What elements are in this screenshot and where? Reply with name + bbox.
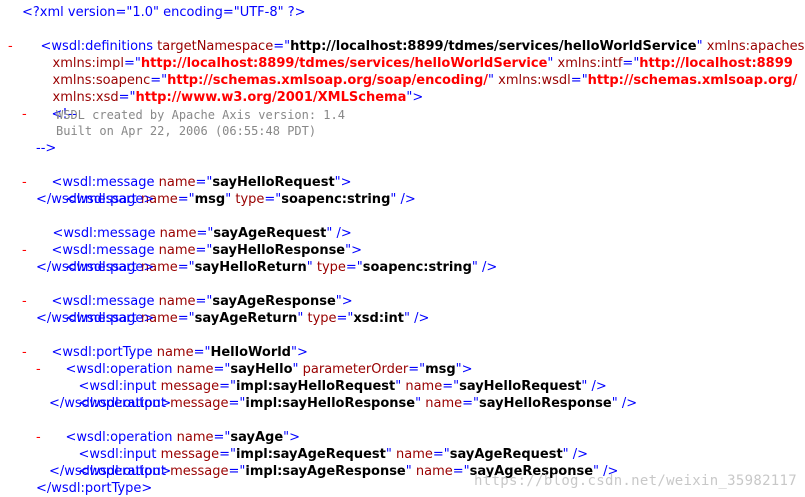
comment-close: --> (36, 141, 57, 156)
attr-quote: " (225, 192, 236, 207)
attr-quote: " (415, 396, 426, 411)
namespace-value: http://www.w3.org/2001/XMLSchema (135, 90, 407, 105)
attr-eq: =" (177, 311, 195, 326)
attr-value: sayAgeReturn (194, 311, 298, 326)
attr-eq: =" (177, 260, 195, 275)
attr-name: type (316, 260, 346, 275)
attr-name: type (307, 311, 337, 326)
message-sayAgeRequest: <wsdl:message name="sayAgeRequest" /> (36, 208, 352, 241)
xml-declaration: <?xml version="1.0" encoding="UTF-8" ?> (22, 5, 306, 20)
attr-quote: " (405, 464, 416, 479)
part-sayAgeReturn: <wsdl:part name="sayAgeReturn" type="xsd… (49, 293, 430, 326)
attr-value: msg (194, 192, 226, 207)
porttype-close: </wsdl:portType> (36, 481, 153, 496)
tag-close: " /> (611, 396, 638, 411)
attr-eq: =" (228, 464, 246, 479)
attr-eq: =" (177, 192, 195, 207)
namespace-line-xsd: xmlns:xsd="http://www.w3.org/2001/XMLSch… (36, 72, 424, 105)
attr-name: name (415, 464, 453, 479)
tag-close: " /> (471, 260, 498, 275)
collapse-toggle-message[interactable]: - (22, 174, 27, 191)
collapse-toggle-porttype[interactable]: - (22, 344, 27, 361)
attr-value: soapenc:string (362, 260, 472, 275)
namespace-line-impl: xmlns:impl="http://localhost:8899/tdmes/… (36, 38, 793, 71)
attr-value: xsd:int (353, 311, 404, 326)
output-sayHelloResponse: <wsdl:output message="impl:sayHelloRespo… (62, 378, 638, 411)
message-close: </wsdl:message> (36, 311, 155, 326)
collapse-toggle-definitions[interactable]: - (8, 38, 13, 55)
tag-close: " /> (403, 311, 430, 326)
message-sayAgeResponse-open: - <wsdl:message name="sayAgeResponse"> (22, 276, 353, 309)
operation-close: </wsdl:operation> (49, 396, 172, 411)
attr-eq: =" (264, 192, 282, 207)
collapse-toggle-message[interactable]: - (22, 293, 27, 310)
comment-open-line: - <!-- (22, 89, 77, 122)
attr-value: impl:sayHelloResponse (245, 396, 416, 411)
attr-quote: " (306, 260, 317, 275)
input-sayHelloRequest: <wsdl:input message="impl:sayHelloReques… (62, 361, 607, 394)
attr-value: sayHelloResponse (478, 396, 612, 411)
attr-value: soapenc:string (281, 192, 391, 207)
attr-value: impl:sayAgeResponse (245, 464, 406, 479)
definitions-open-line: - <wsdl:definitions targetNamespace="http… (8, 21, 805, 54)
operation-close: </wsdl:operation> (49, 464, 172, 479)
watermark-url: https://blog.csdn.net/weixin_35982117 (474, 473, 797, 489)
collapse-toggle-operation[interactable]: - (36, 361, 41, 378)
collapse-toggle-comment[interactable]: - (22, 106, 27, 123)
attr-name: name (425, 396, 463, 411)
attr-eq: =" (336, 311, 354, 326)
attr-name: message (170, 396, 229, 411)
collapse-toggle-message[interactable]: - (22, 242, 27, 259)
attr-quote: " (297, 311, 308, 326)
comment-text-line: WSDL created by Apache Axis version: 1.4 (56, 108, 345, 122)
attr-eq: =" (118, 90, 136, 105)
part-msg: <wsdl:part name="msg" type="soapenc:stri… (49, 174, 416, 207)
namespace-value: http://schemas.xmlsoap.org/ (587, 73, 798, 88)
portType-open: - <wsdl:portType name="HelloWorld"> (22, 327, 308, 360)
collapse-toggle-operation[interactable]: - (36, 429, 41, 446)
xml-document-viewer: <?xml version="1.0" encoding="UTF-8" ?> … (0, 0, 805, 497)
input-sayAgeRequest: <wsdl:input message="impl:sayAgeRequest"… (62, 429, 589, 462)
message-close: </wsdl:message> (36, 192, 155, 207)
comment-text-line: Built on Apr 22, 2006 (06:55:48 PDT) (56, 124, 317, 138)
attr-eq: =" (452, 464, 470, 479)
attr-eq: =" (462, 396, 479, 411)
attr-value: sayHelloReturn (194, 260, 307, 275)
tag-close: "> (406, 90, 424, 105)
message-sayHelloResponse-open: - <wsdl:message name="sayHelloResponse"> (22, 225, 362, 258)
operation-sayAge-open: - <wsdl:operation name="sayAge"> (36, 412, 300, 445)
attr-eq: =" (570, 73, 588, 88)
namespace-line-soapenc: xmlns:soapenc="http://schemas.xmlsoap.or… (36, 55, 798, 88)
attr-name: xmlns:wsdl (494, 73, 571, 88)
attr-name: message (170, 464, 229, 479)
attr-name: type (235, 192, 265, 207)
tag-close: " /> (390, 192, 416, 207)
part-sayHelloReturn: <wsdl:part name="sayHelloReturn" type="s… (49, 242, 498, 275)
attr-eq: =" (228, 396, 246, 411)
output-sayAgeResponse: <wsdl:output message="impl:sayAgeRespons… (62, 446, 619, 479)
message-sayHelloRequest-open: - <wsdl:message name="sayHelloRequest"> (22, 157, 352, 190)
attr-eq: =" (345, 260, 363, 275)
message-close: </wsdl:message> (36, 260, 155, 275)
operation-sayHello-open: - <wsdl:operation name="sayHello" paramet… (36, 344, 473, 377)
